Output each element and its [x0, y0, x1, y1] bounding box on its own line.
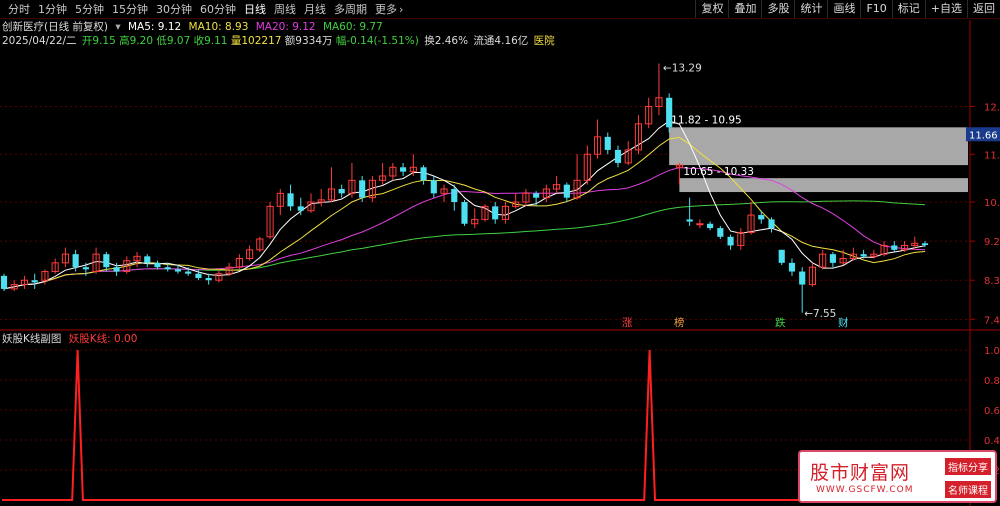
event-marker: 财	[838, 316, 849, 329]
candle-body	[891, 245, 898, 250]
candle-body	[696, 223, 704, 226]
event-marker: 榜	[674, 316, 685, 329]
sub-axis-label: 0.4	[984, 436, 1000, 447]
candle-body	[31, 280, 38, 283]
candle-body	[430, 180, 437, 194]
candle-body	[492, 206, 499, 220]
kline-chart[interactable]: 1.00.80.60.40.2 12.311.210.19.28.37.411.…	[0, 0, 1000, 506]
candle-body	[727, 236, 734, 246]
candle-body	[0, 275, 8, 289]
candle-body	[614, 149, 622, 163]
resistance-zones	[669, 127, 968, 193]
candle-body	[113, 267, 120, 272]
sub-chart-title: 妖股K线副图 妖股K线: 0.00	[2, 333, 137, 346]
axis-label: 9.2	[984, 237, 1000, 248]
event-marker: 涨	[622, 317, 633, 329]
low-price-label: ←7.55	[804, 308, 836, 320]
candle-body	[195, 273, 202, 279]
resistance-zone-upper	[669, 127, 968, 166]
watermark-tag-course: 名师课程	[945, 481, 991, 498]
candle-body	[921, 243, 929, 246]
axis-label: 8.3	[984, 276, 1000, 287]
candle-body	[174, 269, 182, 272]
candle-body	[778, 249, 785, 263]
candle-body	[707, 223, 714, 229]
resistance-zone-lower	[679, 178, 968, 193]
candle-body	[686, 219, 693, 222]
event-marker: 跌	[775, 316, 786, 329]
axis-label: 10.1	[984, 198, 1000, 209]
candle-body	[717, 228, 724, 237]
candle-body	[788, 262, 796, 272]
candle-body	[72, 254, 79, 268]
zone-lower-label: 10.65 - 10.33	[683, 166, 754, 178]
axis-label: 12.3	[984, 102, 1000, 113]
price-axis: 12.3 11.2 10.1 9.2 8.3 7.4 11.66	[966, 102, 1000, 326]
candle-body	[359, 180, 366, 198]
candle-body	[338, 189, 345, 194]
candle-body	[287, 193, 294, 207]
candle-body	[768, 219, 775, 229]
candle-body	[82, 267, 89, 270]
watermark-tag-share: 指标分享	[945, 458, 991, 475]
watermark-url: WWW.GSCFW.COM	[816, 485, 914, 495]
sub-axis-label: 0.8	[984, 376, 1000, 387]
high-price-label: ←13.29	[663, 62, 702, 74]
candle-body	[103, 254, 110, 268]
candle-body	[164, 267, 171, 270]
axis-label: 7.4	[984, 315, 1000, 326]
sub-chart-name: 妖股K线副图	[2, 333, 62, 345]
candle-body	[799, 271, 806, 285]
candle-body	[185, 271, 192, 274]
sub-axis-label: 0.6	[984, 406, 1000, 417]
candle-body	[829, 254, 836, 263]
candle-body	[533, 193, 540, 198]
candle-body	[604, 136, 611, 150]
sub-indicator-value: 妖股K线: 0.00	[68, 333, 138, 345]
candle-body	[461, 202, 468, 224]
candle-body	[297, 206, 304, 211]
sub-axis-label: 1.0	[984, 346, 1000, 357]
candle-body	[758, 215, 765, 220]
candle-body	[563, 184, 570, 198]
candle-body	[144, 256, 151, 263]
candle-body	[400, 167, 407, 172]
candle-body	[860, 254, 867, 257]
axis-label: 11.2	[984, 150, 1000, 161]
candle-body	[205, 278, 212, 281]
candle-body	[451, 189, 458, 203]
candle-body	[154, 262, 161, 268]
candle-body	[420, 167, 427, 181]
zone-upper-label: 11.82 - 10.95	[671, 114, 742, 126]
watermark-title: 股市财富网	[810, 462, 911, 484]
current-price-label: 11.66	[969, 130, 998, 141]
watermark-logo: 股市财富网 WWW.GSCFW.COM 指标分享 名师课程	[798, 450, 997, 503]
